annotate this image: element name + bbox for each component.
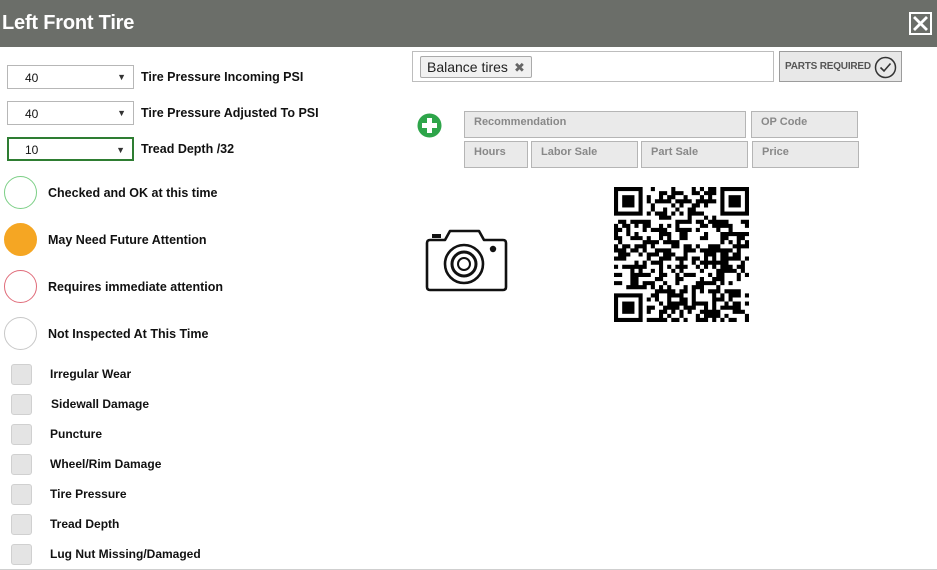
lug-nut-checkbox[interactable]	[11, 544, 32, 565]
hours-placeholder: Hours	[474, 146, 506, 158]
puncture-checkbox[interactable]	[11, 424, 32, 445]
remove-tag-icon[interactable]: ✖	[514, 58, 525, 78]
camera-icon[interactable]	[423, 226, 509, 293]
recommendation-placeholder: Recommendation	[474, 116, 567, 128]
price-placeholder: Price	[762, 146, 789, 158]
adjusted-psi-value: 40	[25, 107, 39, 121]
incoming-psi-select[interactable]: 40 ▼	[7, 65, 134, 89]
part-sale-field[interactable]: Part Sale	[641, 141, 748, 168]
services-tag-input[interactable]: Balance tires ✖	[412, 51, 774, 82]
irregular-wear-label: Irregular Wear	[50, 367, 132, 381]
incoming-psi-value: 40	[25, 71, 39, 85]
status-future-label: May Need Future Attention	[48, 233, 207, 247]
tread-depth-label: Tread Depth /32	[141, 142, 235, 156]
irregular-wear-checkbox[interactable]	[11, 364, 32, 385]
parts-required-button[interactable]: PARTS REQUIRED	[779, 51, 902, 82]
labor-sale-field[interactable]: Labor Sale	[531, 141, 638, 168]
recommendation-field[interactable]: Recommendation	[464, 111, 746, 138]
status-ok-radio[interactable]	[4, 176, 37, 209]
plus-circle-icon[interactable]	[417, 113, 442, 138]
chevron-down-icon: ▼	[117, 72, 126, 82]
service-tag: Balance tires ✖	[420, 56, 532, 78]
sidewall-damage-label: Sidewall Damage	[51, 397, 150, 411]
status-future-radio[interactable]	[4, 223, 37, 256]
price-field[interactable]: Price	[752, 141, 859, 168]
check-circle-icon	[874, 56, 897, 79]
sidewall-damage-checkbox[interactable]	[11, 394, 32, 415]
op-code-field[interactable]: OP Code	[751, 111, 858, 138]
tread-depth-condition-label: Tread Depth	[50, 517, 120, 531]
status-immediate-radio[interactable]	[4, 270, 37, 303]
chevron-down-icon: ▼	[117, 108, 126, 118]
parts-required-label: PARTS REQUIRED	[785, 61, 871, 72]
chevron-down-icon: ▼	[116, 145, 125, 155]
wheel-rim-damage-label: Wheel/Rim Damage	[50, 457, 162, 471]
close-icon	[913, 16, 928, 31]
qr-code	[614, 187, 749, 322]
dialog-header: Left Front Tire	[0, 0, 937, 47]
tread-depth-checkbox[interactable]	[11, 514, 32, 535]
op-code-placeholder: OP Code	[761, 116, 808, 128]
tire-pressure-checkbox[interactable]	[11, 484, 32, 505]
close-button[interactable]	[909, 12, 932, 35]
wheel-rim-damage-checkbox[interactable]	[11, 454, 32, 475]
hours-field[interactable]: Hours	[464, 141, 528, 168]
tire-pressure-label: Tire Pressure	[50, 487, 127, 501]
status-immediate-label: Requires immediate attention	[48, 280, 224, 294]
adjusted-psi-select[interactable]: 40 ▼	[7, 101, 134, 125]
status-ok-label: Checked and OK at this time	[48, 186, 218, 200]
status-not-inspected-radio[interactable]	[4, 317, 37, 350]
tread-depth-value: 10	[25, 143, 39, 157]
status-not-inspected-label: Not Inspected At This Time	[48, 327, 209, 341]
labor-sale-placeholder: Labor Sale	[541, 146, 598, 158]
part-sale-placeholder: Part Sale	[651, 146, 699, 158]
incoming-psi-label: Tire Pressure Incoming PSI	[141, 70, 304, 84]
dialog-title: Left Front Tire	[2, 12, 135, 34]
service-tag-label: Balance tires	[427, 59, 508, 75]
adjusted-psi-label: Tire Pressure Adjusted To PSI	[141, 106, 319, 120]
puncture-label: Puncture	[50, 427, 103, 441]
tread-depth-select[interactable]: 10 ▼	[7, 137, 134, 161]
lug-nut-label: Lug Nut Missing/Damaged	[50, 547, 201, 561]
